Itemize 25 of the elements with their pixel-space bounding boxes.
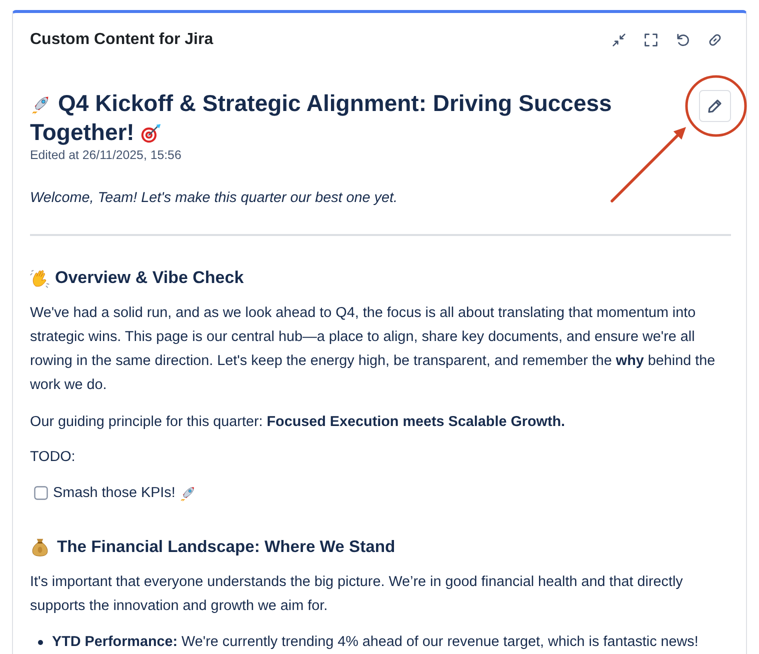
- page-title: Q4 Kickoff & Strategic Alignment: Driving Success: [58, 89, 612, 118]
- paragraph: Our guiding principle for this quarter: Focused Execution meets Scalable Growth.: [30, 413, 566, 432]
- dartboard-icon: [140, 122, 162, 144]
- section-heading: Overview & Vibe Check: [55, 267, 244, 289]
- paragraph: It's important that everyone understands the big picture. We’re in good financial health and that directly supports the innovation and growth we aim for.: [30, 573, 684, 616]
- money-bag-icon: [30, 537, 50, 557]
- edit-button[interactable]: [699, 90, 731, 122]
- todo-label: TODO:: [30, 448, 76, 467]
- checkbox[interactable]: [34, 486, 48, 500]
- section-heading: The Financial Landscape: Where We Stand: [57, 536, 396, 558]
- panel-title: Custom Content for Jira: [30, 30, 214, 50]
- waving-hand-icon: [30, 268, 50, 288]
- highlight-circle: [685, 75, 747, 137]
- welcome-text: Welcome, Team! Let's make this quarter our best one yet.: [30, 189, 398, 208]
- link-icon[interactable]: [708, 33, 722, 47]
- bullet-text: YTD Performance: We're currently trending 4% ahead of our revenue target, which is fantastic news!: [52, 633, 698, 652]
- minimize-icon[interactable]: [612, 33, 626, 47]
- edited-timestamp: Edited at 26/11/2025, 15:56: [30, 147, 182, 163]
- bullet-icon: [38, 640, 43, 645]
- page-title: Together!: [30, 118, 134, 147]
- task-label: Smash those KPIs!: [53, 484, 176, 503]
- paragraph: We've had a solid run, and as we look ahead to Q4, the focus is all about translating that momentum into strategic wins. This page is our central hub—a place to align, share key documents, and ensure we're all rowing in the same direction. Let's keep the energy high, be transparent, and remember the why behind the work we do.: [30, 304, 716, 395]
- pencil-icon: [707, 98, 723, 114]
- refresh-icon[interactable]: [676, 33, 690, 47]
- fullscreen-icon[interactable]: [644, 33, 658, 47]
